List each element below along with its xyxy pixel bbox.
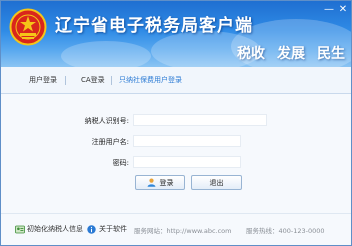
tax-emblem-icon [9, 8, 47, 46]
tab-social-insurance-login[interactable]: 只纳社保费用户登录 [119, 75, 182, 85]
login-button[interactable]: 登录 [135, 175, 185, 190]
info-icon [87, 224, 96, 234]
init-taxpayer-link[interactable]: 初始化纳税人信息 [15, 224, 83, 234]
tab-ca-login[interactable]: CA登录 [81, 75, 105, 85]
service-hotline-text: 服务热线：400-123-0000 [246, 227, 325, 235]
tab-divider [65, 76, 66, 85]
login-tabs: 用户登录 CA登录 只纳社保费用户登录 [1, 67, 351, 94]
init-taxpayer-label: 初始化纳税人信息 [27, 225, 83, 233]
taxpayer-id-input[interactable] [133, 114, 267, 126]
client-window: 辽宁省电子税务局客户端 税收 发展 民生 — ✕ 用户登录 CA登录 只纳社保费… [0, 0, 352, 246]
tab-user-login[interactable]: 用户登录 [29, 75, 57, 85]
about-software-label: 关于软件 [99, 225, 127, 233]
footer-bar: 初始化纳税人信息 关于软件 服务网站：http://www.abc.com 服务… [1, 213, 351, 245]
tab-divider [111, 76, 112, 85]
user-login-icon [147, 178, 155, 187]
app-title: 辽宁省电子税务局客户端 [55, 16, 253, 36]
username-input[interactable] [133, 135, 241, 147]
init-taxpayer-icon [15, 225, 25, 233]
slogan-development: 发展 [277, 46, 305, 62]
username-label: 注册用户名: [91, 138, 129, 146]
slogan-livelihood: 民生 [317, 46, 345, 62]
exit-button[interactable]: 退出 [191, 175, 242, 190]
taxpayer-id-label: 纳税人识别号: [84, 117, 129, 125]
header-banner: 辽宁省电子税务局客户端 税收 发展 民生 — ✕ [1, 1, 351, 67]
password-input[interactable] [133, 156, 241, 168]
password-label: 密码: [112, 159, 129, 167]
login-label: 登录 [159, 178, 174, 187]
close-button[interactable]: ✕ [337, 4, 349, 16]
cloud-decoration [61, 41, 151, 67]
exit-label: 退出 [209, 178, 224, 187]
slogan-tax: 税收 [237, 46, 265, 62]
about-software-link[interactable]: 关于软件 [87, 224, 127, 234]
minimize-button[interactable]: — [323, 4, 335, 16]
service-website-text: 服务网站：http://www.abc.com [134, 227, 232, 235]
